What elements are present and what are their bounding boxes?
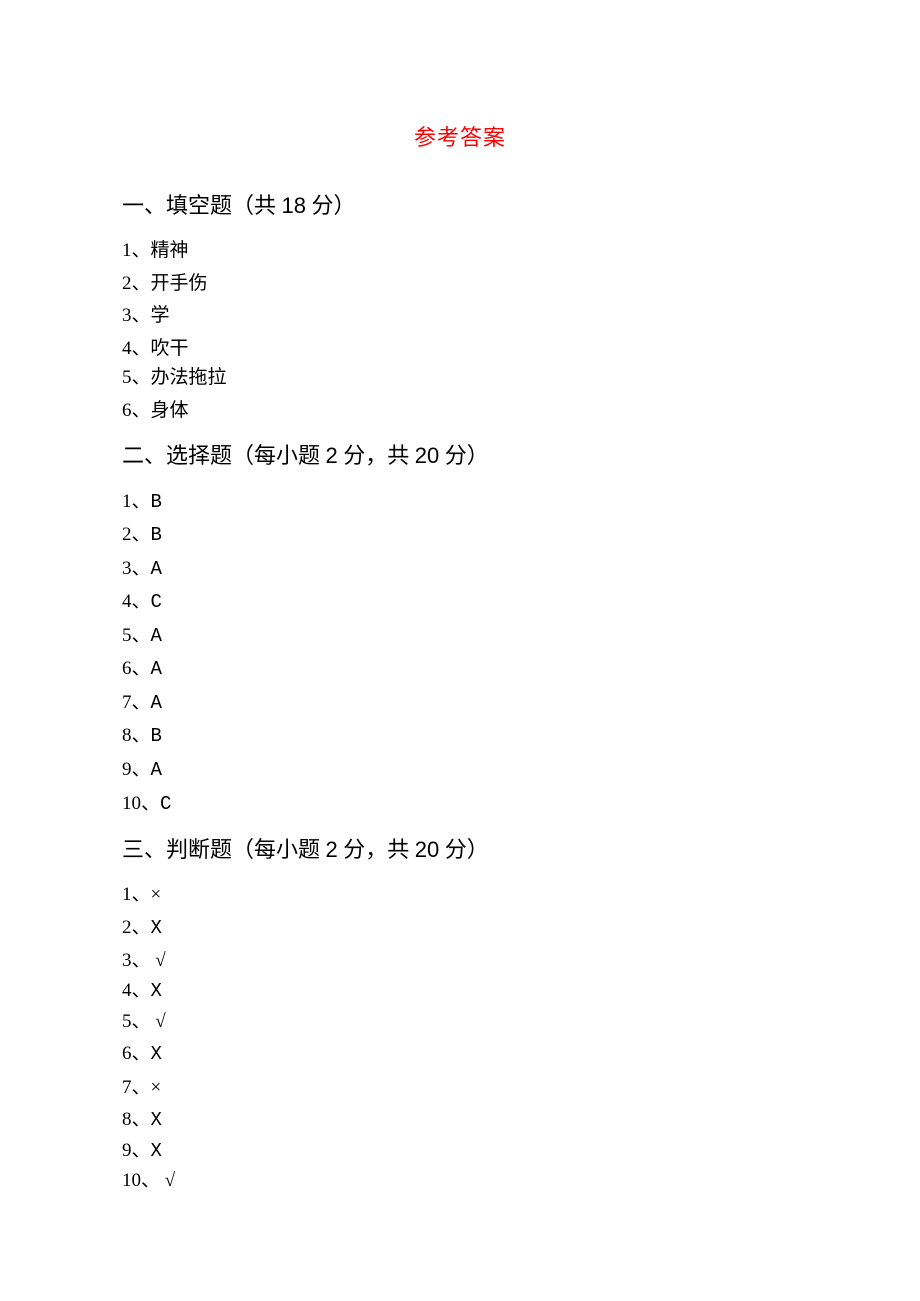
item-index: 9、 xyxy=(122,1140,151,1161)
item-index: 7、 xyxy=(122,1077,151,1098)
answer-item: 9、X xyxy=(122,1137,802,1166)
item-value: 身体 xyxy=(151,400,189,421)
heading-suffix: 分） xyxy=(306,193,356,218)
item-value: 办法拖拉 xyxy=(151,367,227,388)
item-value: X xyxy=(151,1140,162,1162)
answer-item: 7、A xyxy=(122,689,802,718)
item-value: X xyxy=(151,1109,162,1131)
item-value: X xyxy=(151,980,162,1002)
item-value: A xyxy=(151,558,162,580)
item-index: 5、 xyxy=(122,367,151,388)
answer-item: 3、 √ xyxy=(122,947,802,975)
item-value: A xyxy=(151,692,162,714)
heading-mid: 分，共 xyxy=(338,837,415,862)
item-value: X xyxy=(151,1043,162,1065)
item-value: B xyxy=(151,524,162,546)
answer-item: 4、X xyxy=(122,977,802,1006)
item-index: 8、 xyxy=(122,725,151,746)
item-index: 7、 xyxy=(122,692,151,713)
item-value: X xyxy=(151,917,162,939)
item-value: A xyxy=(151,759,162,781)
item-index: 3、 xyxy=(122,950,155,971)
answer-item: 5、 √ xyxy=(122,1008,802,1036)
answer-item: 5、A xyxy=(122,622,802,651)
document-page: 参考答案 一、填空题（共 18 分） 1、精神 2、开手伤 3、学 4、吹干 5… xyxy=(0,0,920,1301)
item-value: A xyxy=(151,625,162,647)
item-value: 学 xyxy=(151,305,170,326)
item-index: 4、 xyxy=(122,338,151,359)
heading-prefix: 二、选择题（每小题 xyxy=(122,443,326,468)
answer-item: 3、A xyxy=(122,555,802,584)
answer-item: 7、× xyxy=(122,1074,802,1102)
answer-item: 9、A xyxy=(122,756,802,785)
item-index: 1、 xyxy=(122,491,151,512)
item-index: 1、 xyxy=(122,884,151,905)
answer-item: 4、吹干 xyxy=(122,335,802,363)
answer-item: 1、精神 xyxy=(122,237,802,265)
item-index: 10、 xyxy=(122,1170,165,1191)
answer-item: 1、× xyxy=(122,881,802,909)
answer-item: 8、X xyxy=(122,1106,802,1135)
item-value: × xyxy=(151,884,162,905)
heading-points: 18 xyxy=(282,193,306,218)
item-value: √ xyxy=(165,1170,175,1191)
section-heading-choice: 二、选择题（每小题 2 分，共 20 分） xyxy=(122,438,802,473)
item-value: √ xyxy=(155,1011,165,1032)
document-content: 一、填空题（共 18 分） 1、精神 2、开手伤 3、学 4、吹干 5、办法拖拉… xyxy=(122,188,802,1195)
item-index: 5、 xyxy=(122,625,151,646)
answer-item: 8、B xyxy=(122,722,802,751)
answer-item: 6、A xyxy=(122,655,802,684)
page-title: 参考答案 xyxy=(0,120,920,152)
answer-item: 6、身体 xyxy=(122,397,802,425)
item-value: C xyxy=(160,793,171,815)
heading-total-points: 20 xyxy=(415,443,439,468)
answer-item: 2、B xyxy=(122,521,802,550)
answer-item: 6、X xyxy=(122,1040,802,1069)
item-value: × xyxy=(151,1077,162,1098)
item-index: 2、 xyxy=(122,524,151,545)
heading-per-points: 2 xyxy=(326,837,338,862)
heading-per-points: 2 xyxy=(326,443,338,468)
heading-suffix: 分） xyxy=(439,837,489,862)
item-value: 吹干 xyxy=(151,338,189,359)
item-value: 精神 xyxy=(151,240,189,261)
item-index: 10、 xyxy=(122,793,160,814)
item-value: B xyxy=(151,491,162,513)
item-index: 4、 xyxy=(122,591,151,612)
section-heading-fill-in: 一、填空题（共 18 分） xyxy=(122,188,802,223)
item-index: 1、 xyxy=(122,240,151,261)
answer-item: 2、X xyxy=(122,914,802,943)
answer-item: 2、开手伤 xyxy=(122,270,802,298)
heading-total-points: 20 xyxy=(415,837,439,862)
item-value: √ xyxy=(155,950,165,971)
item-index: 9、 xyxy=(122,759,151,780)
item-value: C xyxy=(151,591,162,613)
heading-prefix: 一、填空题（共 xyxy=(122,193,282,218)
answer-item: 1、B xyxy=(122,488,802,517)
item-index: 2、 xyxy=(122,273,151,294)
item-index: 8、 xyxy=(122,1109,151,1130)
heading-mid: 分，共 xyxy=(338,443,415,468)
item-index: 3、 xyxy=(122,305,151,326)
item-index: 5、 xyxy=(122,1011,155,1032)
section-heading-judgement: 三、判断题（每小题 2 分，共 20 分） xyxy=(122,832,802,867)
answer-item: 10、C xyxy=(122,790,802,819)
item-value: B xyxy=(151,725,162,747)
heading-suffix: 分） xyxy=(439,443,489,468)
item-index: 6、 xyxy=(122,1043,151,1064)
item-index: 2、 xyxy=(122,917,151,938)
item-index: 4、 xyxy=(122,980,151,1001)
answer-item: 3、学 xyxy=(122,302,802,330)
heading-prefix: 三、判断题（每小题 xyxy=(122,837,326,862)
answer-item: 4、C xyxy=(122,588,802,617)
item-index: 6、 xyxy=(122,400,151,421)
answer-item: 5、办法拖拉 xyxy=(122,364,802,392)
item-index: 3、 xyxy=(122,558,151,579)
item-value: A xyxy=(151,658,162,680)
item-index: 6、 xyxy=(122,658,151,679)
answer-item: 10、 √ xyxy=(122,1167,802,1195)
item-value: 开手伤 xyxy=(151,273,208,294)
